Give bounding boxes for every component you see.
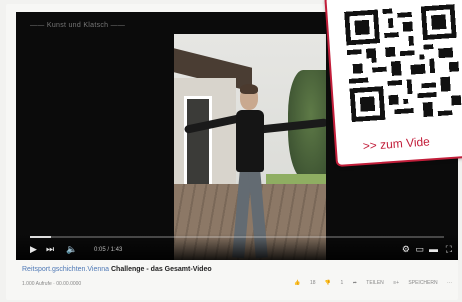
qr-code-icon xyxy=(339,0,462,128)
fullscreen-icon[interactable]: ⛶ xyxy=(446,244,452,254)
player-controls: ▶ ⏭ 🔈 0:05 / 1:43 ⚙ ▭ ▬ ⛶ xyxy=(16,234,458,260)
qr-video-link[interactable]: >> zum Vide xyxy=(362,134,430,153)
dislike-button[interactable]: 👎 1 xyxy=(325,280,343,286)
next-icon[interactable]: ⏭ xyxy=(46,244,54,254)
more-button[interactable]: ··· xyxy=(447,280,452,286)
share-button[interactable]: ➦ TEILEN xyxy=(353,280,384,286)
action-bar: 👍 18 👎 1 ➦ TEILEN ≡+ SPEICHERN ··· xyxy=(286,280,452,286)
progress-fill xyxy=(30,236,51,238)
video-overlay-title: —— Kunst und Klatsch —— xyxy=(30,22,126,29)
video-title-line: Reitsport.gschichten.Vienna Challenge - … xyxy=(22,266,452,273)
qr-code-card[interactable]: >> zum Vide xyxy=(324,0,462,168)
volume-icon[interactable]: 🔈 xyxy=(66,244,77,254)
theater-icon[interactable]: ▬ xyxy=(429,244,438,254)
save-label: SPEICHERN xyxy=(408,280,438,286)
save-button[interactable]: ≡+ SPEICHERN xyxy=(393,280,437,286)
play-icon[interactable]: ▶ xyxy=(30,244,37,254)
miniplayer-icon[interactable]: ▭ xyxy=(415,244,424,254)
like-count: 18 xyxy=(309,280,316,286)
video-frame xyxy=(174,34,326,260)
progress-bar[interactable] xyxy=(30,236,444,238)
dislike-count: 1 xyxy=(340,280,344,286)
settings-icon[interactable]: ⚙ xyxy=(402,244,410,254)
person-figure xyxy=(174,34,326,260)
time-display: 0:05 / 1:43 xyxy=(94,247,123,253)
video-title: Challenge - das Gesamt-Video xyxy=(111,266,212,273)
video-info: Reitsport.gschichten.Vienna Challenge - … xyxy=(22,266,452,287)
like-button[interactable]: 👍 18 xyxy=(294,280,315,286)
share-label: TEILEN xyxy=(366,280,384,286)
channel-link[interactable]: Reitsport.gschichten.Vienna xyxy=(22,266,109,273)
